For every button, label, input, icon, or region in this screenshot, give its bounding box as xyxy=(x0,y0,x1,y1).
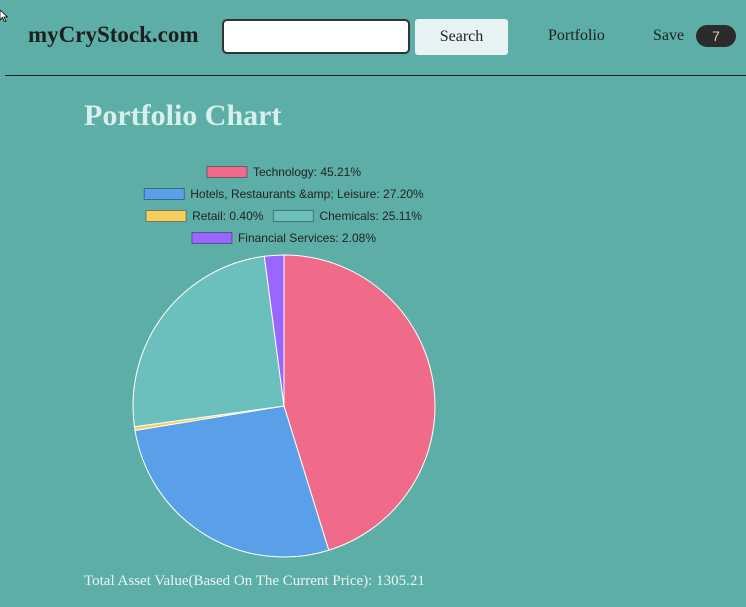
nav-portfolio-link[interactable]: Portfolio xyxy=(548,27,605,45)
mouse-cursor-icon xyxy=(0,10,8,22)
portfolio-pie-chart: Technology: 45.21% Hotels, Restaurants &a… xyxy=(132,165,436,558)
search-button[interactable]: Search xyxy=(415,19,508,55)
total-asset-value: Total Asset Value(Based On The Current P… xyxy=(84,573,425,590)
chart-legend: Technology: 45.21% Hotels, Restaurants &a… xyxy=(143,165,424,245)
legend-label[interactable]: Financial Services: 2.08% xyxy=(238,231,376,245)
pie-slices xyxy=(132,254,436,558)
page-title: Portfolio Chart xyxy=(84,99,282,132)
legend-label[interactable]: Retail: 0.40% xyxy=(192,209,264,223)
pie-slice[interactable] xyxy=(132,255,285,428)
legend-swatch[interactable] xyxy=(272,210,314,222)
legend-swatch[interactable] xyxy=(145,210,187,222)
legend-swatch[interactable] xyxy=(206,166,248,178)
search-input[interactable] xyxy=(222,19,410,54)
legend-label[interactable]: Technology: 45.21% xyxy=(253,165,361,179)
legend-label[interactable]: Chemicals: 25.11% xyxy=(319,209,422,223)
legend-swatch[interactable] xyxy=(143,188,185,200)
navbar-divider xyxy=(5,75,746,76)
total-asset-amount: 1305.21 xyxy=(376,573,425,589)
total-asset-label: Total Asset Value(Based On The Current P… xyxy=(84,573,377,589)
navbar: myCryStock.com Search Portfolio Save 7 xyxy=(0,0,746,76)
nav-save-link[interactable]: Save xyxy=(653,27,684,45)
save-count-badge: 7 xyxy=(696,25,736,47)
legend-label[interactable]: Hotels, Restaurants &amp; Leisure: 27.20… xyxy=(190,187,424,201)
legend-swatch[interactable] xyxy=(191,232,233,244)
brand-logo[interactable]: myCryStock.com xyxy=(28,22,199,48)
